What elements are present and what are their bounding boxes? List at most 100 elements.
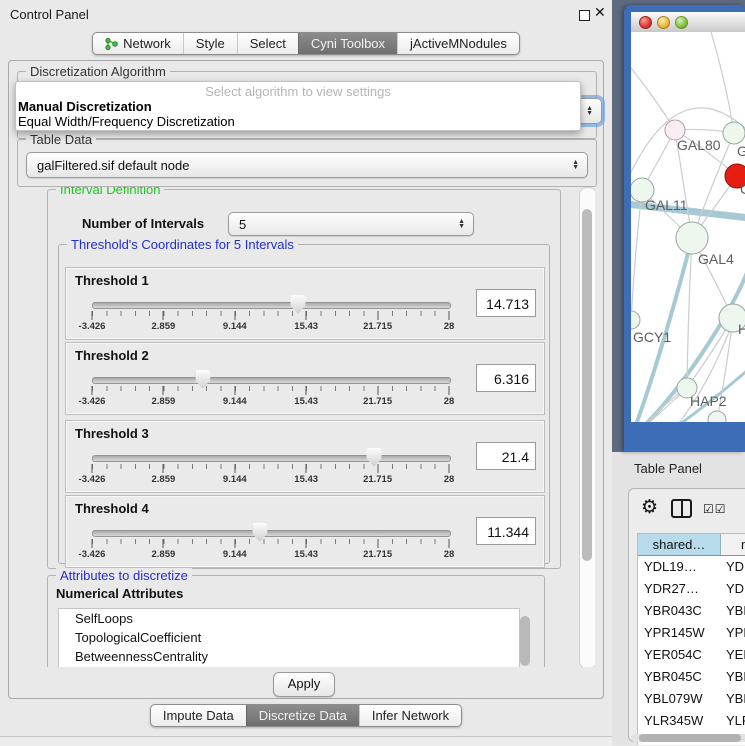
threshold-1-slider-track[interactable] (92, 302, 451, 309)
tab-cyni-toolbox[interactable]: Cyni Toolbox (298, 33, 397, 54)
control-panel: Control Panel ✕ Network Style Select (0, 0, 612, 745)
network-view-window[interactable]: GAL80 GA C GAL11 GAL4 GCY1 H HAP2 (624, 5, 745, 452)
float-window-icon[interactable] (579, 10, 590, 21)
table-panel: ⚙ ☑☑ shared… n YDL19…YDL1 YDR27…YDR2 YBR… (628, 488, 745, 742)
table-row[interactable]: YBR045CYBR0 (638, 666, 745, 688)
threshold-4-slider-track[interactable] (92, 530, 451, 537)
discretization-algorithm-title: Discretization Algorithm (26, 64, 170, 79)
table-row[interactable]: YER054CYER0 (638, 644, 745, 666)
threshold-1-tick-labels: -3.426 2.859 9.144 15.43 21.715 28 (92, 321, 449, 333)
node-label-clipped-c: C (740, 181, 745, 197)
threshold-2-value-field[interactable]: 6.316 (476, 364, 536, 392)
threshold-2-tick-labels: -3.426 2.859 9.144 15.43 21.715 28 (92, 396, 449, 408)
threshold-2-slider-track[interactable] (92, 377, 451, 384)
node-top-right[interactable] (723, 122, 745, 144)
network-canvas[interactable]: GAL80 GA C GAL11 GAL4 GCY1 H HAP2 (631, 32, 745, 422)
checkbox-icons[interactable]: ☑☑ (703, 502, 727, 516)
threshold-4-label: Threshold 4 (75, 501, 149, 516)
popup-item-equal-width-frequency[interactable]: Equal Width/Frequency Discretization (16, 114, 580, 129)
minimize-traffic-light-icon[interactable] (657, 16, 670, 29)
tab-network-label: Network (123, 36, 171, 51)
threshold-1-slider[interactable]: -3.426 2.859 9.144 15.43 21.715 28 (92, 294, 449, 336)
table-data-group: Table Data galFiltered.sif default node … (17, 139, 597, 187)
node-label-gal11: GAL11 (645, 197, 688, 213)
tab-style[interactable]: Style (183, 33, 237, 54)
threshold-4-ticks (92, 539, 449, 544)
combo-arrows-icon: ▲▼ (586, 106, 593, 116)
threshold-1-label: Threshold 1 (75, 273, 149, 288)
node-bottom[interactable] (708, 411, 726, 422)
node-table: shared… n YDL19…YDL1 YDR27…YDR2 YBR043CY… (637, 533, 745, 745)
tab-impute-data[interactable]: Impute Data (151, 705, 246, 726)
list-item-topologicalcoefficient[interactable]: TopologicalCoefficient (59, 628, 519, 647)
columns-icon[interactable] (671, 499, 692, 518)
list-item-betweennesscentrality[interactable]: BetweennessCentrality (59, 647, 519, 666)
threshold-3-tick-labels: -3.426 2.859 9.144 15.43 21.715 28 (92, 474, 449, 486)
tab-discretize-data[interactable]: Discretize Data (246, 705, 359, 726)
network-window-titlebar[interactable] (631, 12, 745, 33)
algorithm-dropdown-popup: Select algorithm to view settings Manual… (15, 81, 581, 131)
interval-definition-group: Interval Definition Number of Intervals … (47, 189, 561, 569)
combo-arrows-icon: ▲▼ (458, 219, 465, 229)
zoom-traffic-light-icon[interactable] (675, 16, 688, 29)
node-label-clipped-ga: GA (737, 143, 745, 159)
table-horizontal-scrollbar[interactable] (631, 734, 745, 742)
threshold-3-slider-track[interactable] (92, 455, 451, 462)
number-of-intervals-combo[interactable]: 5 ▲▼ (228, 212, 474, 236)
threshold-1-value-field[interactable]: 14.713 (476, 289, 536, 317)
threshold-3-value-field[interactable]: 21.4 (476, 442, 536, 470)
attributes-group: Attributes to discretize Numerical Attri… (47, 575, 545, 667)
threshold-4-slider[interactable]: -3.426 2.859 9.144 15.43 21.715 28 (92, 522, 449, 564)
column-header-shared[interactable]: shared… (638, 534, 721, 556)
apply-button[interactable]: Apply (273, 672, 335, 697)
interval-definition-title: Interval Definition (56, 187, 164, 197)
number-of-intervals-value: 5 (239, 217, 246, 232)
threshold-3-slider[interactable]: -3.426 2.859 9.144 15.43 21.715 28 (92, 447, 449, 489)
numerical-attributes-list[interactable]: SelfLoops TopologicalCoefficient Between… (58, 608, 520, 667)
threshold-2-slider[interactable]: -3.426 2.859 9.144 15.43 21.715 28 (92, 369, 449, 411)
node-label-gal4: GAL4 (698, 251, 734, 267)
node-gal4[interactable] (676, 222, 708, 254)
tab-select[interactable]: Select (237, 33, 298, 54)
table-panel-title: Table Panel (634, 461, 702, 476)
settings-scroll-viewport: Interval Definition Number of Intervals … (19, 187, 595, 667)
column-header-name[interactable]: n (721, 534, 745, 556)
node-gcy1[interactable] (631, 311, 640, 329)
attributes-group-title: Attributes to discretize (56, 568, 192, 583)
table-row[interactable]: YLR345WYLR3 (638, 710, 745, 732)
table-row[interactable]: YBL079WYBL0 (638, 688, 745, 710)
table-row[interactable]: YDR27…YDR2 (638, 578, 745, 600)
thresholds-coordinates-title: Threshold's Coordinates for 5 Intervals (67, 237, 298, 252)
table-row[interactable]: YPR145WYPR1 (638, 622, 745, 644)
tab-network[interactable]: Network (93, 33, 183, 54)
tab-jactivemnodules[interactable]: jActiveMNodules (397, 33, 519, 54)
table-data-title: Table Data (26, 132, 96, 147)
popup-placeholder: Select algorithm to view settings (16, 82, 580, 99)
table-row[interactable]: YDL19…YDL1 (638, 556, 745, 578)
panel-title: Control Panel (10, 7, 89, 22)
node-label-h: H (738, 321, 745, 337)
threshold-3-panel: Threshold 3 -3.426 2.859 9.144 15.43 21.… (65, 420, 545, 493)
attributes-list-scrollbar[interactable] (520, 616, 530, 666)
table-rows: YDL19…YDL1 YDR27…YDR2 YBR043CYBR0 YPR145… (638, 556, 745, 736)
close-traffic-light-icon[interactable] (639, 16, 652, 29)
settings-scrollbar-thumb[interactable] (582, 209, 592, 561)
table-data-combo[interactable]: galFiltered.sif default node ▲▼ (26, 152, 588, 178)
node-label-gcy1: GCY1 (633, 329, 671, 345)
table-row[interactable]: YBR043CYBR0 (638, 600, 745, 622)
threshold-3-ticks (92, 464, 449, 469)
threshold-3-label: Threshold 3 (75, 426, 149, 441)
tab-infer-network[interactable]: Infer Network (359, 705, 461, 726)
threshold-4-value-field[interactable]: 11.344 (476, 517, 536, 545)
threshold-1-panel: Threshold 1 -3.426 2.859 9.144 15.43 21.… (65, 267, 545, 340)
table-horizontal-scrollbar-thumb[interactable] (639, 734, 741, 742)
threshold-2-ticks (92, 386, 449, 391)
node-label-gal80: GAL80 (677, 137, 721, 153)
popup-item-manual-discretization[interactable]: Manual Discretization (16, 99, 580, 114)
threshold-4-panel: Threshold 4 -3.426 2.859 9.144 15.43 21.… (65, 495, 545, 568)
list-item-selfloops[interactable]: SelfLoops (59, 609, 519, 628)
threshold-2-panel: Threshold 2 -3.426 2.859 9.144 15.43 21.… (65, 342, 545, 415)
close-icon[interactable]: ✕ (594, 4, 606, 21)
gear-icon[interactable]: ⚙ (641, 496, 658, 519)
threshold-4-tick-labels: -3.426 2.859 9.144 15.43 21.715 28 (92, 549, 449, 561)
